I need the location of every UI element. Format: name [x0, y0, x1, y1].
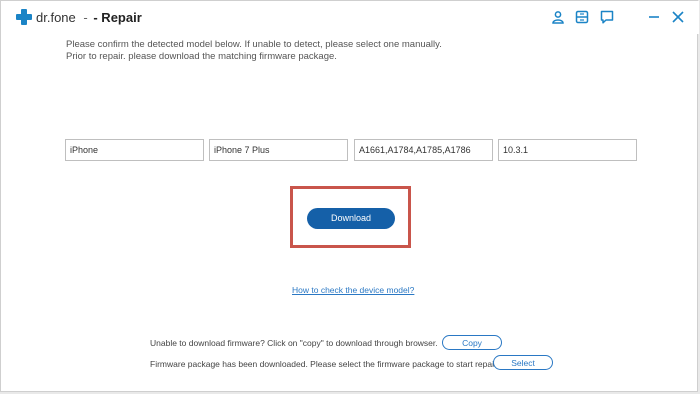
page-title: - Repair — [93, 10, 142, 25]
ios-version-field[interactable] — [498, 139, 637, 161]
app-title: dr.fone - - Repair — [36, 10, 142, 25]
brand-name: dr.fone — [36, 10, 76, 25]
select-instruction-text: Firmware package has been downloaded. Pl… — [150, 359, 499, 369]
check-device-model-link[interactable]: How to check the device model? — [292, 285, 414, 295]
select-button[interactable]: Select — [493, 355, 553, 370]
instruction-line-2: Prior to repair. please download the mat… — [66, 51, 337, 62]
model-number-field[interactable] — [354, 139, 493, 161]
minimize-icon[interactable] — [647, 10, 661, 24]
close-icon[interactable] — [671, 10, 685, 24]
save-icon[interactable] — [575, 10, 589, 24]
instruction-line-1: Please confirm the detected model below.… — [66, 39, 442, 50]
app-window: dr.fone - - Repair Please confirm the de… — [0, 0, 699, 392]
feedback-icon[interactable] — [600, 10, 614, 24]
title-separator: - — [83, 10, 88, 25]
model-field[interactable] — [209, 139, 348, 161]
copy-button[interactable]: Copy — [442, 335, 502, 350]
device-field[interactable] — [65, 139, 204, 161]
user-icon[interactable] — [551, 10, 565, 24]
title-bar: dr.fone - - Repair — [1, 1, 699, 34]
instructions: Please confirm the detected model below.… — [66, 39, 626, 63]
drfone-logo-icon — [16, 9, 32, 25]
download-button[interactable]: Download — [307, 208, 395, 229]
copy-instruction-text: Unable to download firmware? Click on "c… — [150, 338, 438, 348]
